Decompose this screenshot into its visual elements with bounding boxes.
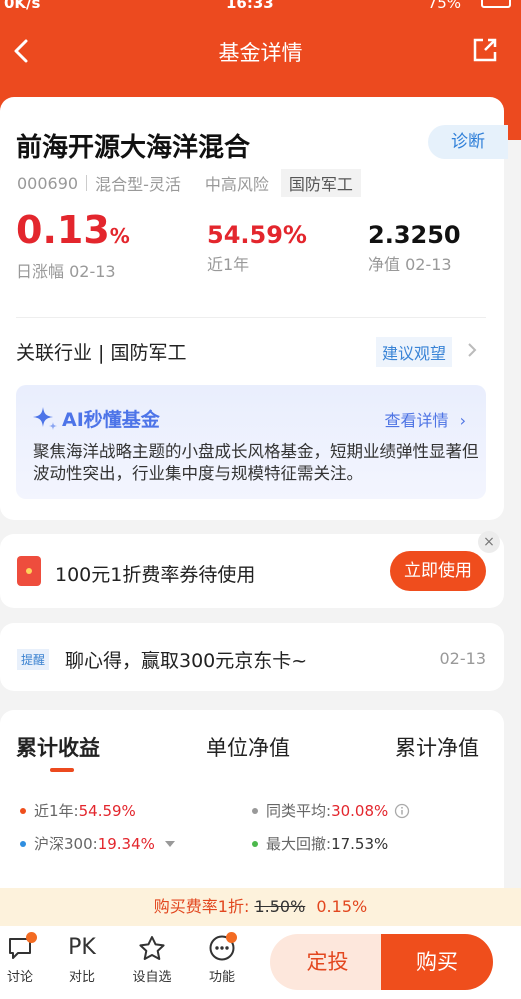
discuss-label: 讨论: [6, 970, 33, 985]
fund-meta: 000690 混合型-灵活 中高风险 国防军工: [17, 169, 361, 197]
chevron-right-icon: [468, 343, 477, 357]
functions-label: 功能: [208, 970, 235, 985]
year-return-value: 54.59%: [207, 221, 307, 249]
use-coupon-button[interactable]: 立即使用: [390, 551, 486, 591]
fund-info-card: 前海开源大海洋混合 诊断 000690 混合型-灵活 中高风险 国防军工 0.1…: [0, 97, 508, 520]
functions-button[interactable]: 功能: [192, 934, 252, 985]
legend-dot: [252, 807, 258, 814]
notice-tag: 提醒: [17, 649, 50, 670]
notice-text: 聊心得，赢取300元京东卡~: [65, 650, 308, 672]
legend-value: 19.34%: [97, 834, 155, 853]
close-icon[interactable]: ×: [478, 531, 500, 553]
fee-original: 1.50%: [254, 897, 306, 916]
advice-badge[interactable]: 建议观望: [376, 337, 453, 367]
related-industry[interactable]: 关联行业 | 国防军工: [16, 338, 186, 365]
ai-summary-panel[interactable]: AI秒懂基金 查看详情 › 聚焦海洋战略主题的小盘成长风格基金，短期业绩弹性显著…: [16, 385, 486, 499]
fund-name: 前海开源大海洋混合: [16, 133, 251, 163]
divider: [16, 317, 486, 318]
tab-unit-nav[interactable]: 单位净值: [206, 732, 290, 762]
nav-value: 2.3250: [368, 221, 461, 249]
legend-value: 17.53%: [331, 834, 389, 853]
discuss-button[interactable]: 讨论: [0, 934, 50, 985]
legend-item: 最大回撤: 17.53%: [252, 833, 388, 854]
legend-dot: [20, 840, 26, 847]
ai-summary-text: 聚焦海洋战略主题的小盘成长风格基金，短期业绩弹性显著但波动性突出，行业集中度与规…: [33, 442, 479, 483]
red-envelope-icon: [17, 556, 41, 586]
nav-label: 净值 02-13: [368, 255, 452, 274]
fund-code: 000690: [17, 173, 79, 193]
fee-banner: 购买费率1折: 1.50% 0.15%: [0, 888, 521, 926]
risk-level: 中高风险: [204, 175, 269, 194]
caret-down-icon: [164, 840, 175, 847]
fund-type: 混合型-灵活: [95, 175, 181, 194]
diagnose-button[interactable]: 诊断: [428, 125, 508, 159]
legend-label: 近1年:: [34, 802, 79, 820]
network-speed: 0K/s: [4, 0, 41, 12]
daily-change-label: 日涨幅 02-13: [16, 262, 116, 281]
status-bar: 0K/s 16:33 75%: [0, 0, 521, 18]
compare-button[interactable]: PK 对比: [52, 934, 112, 985]
coupon-card: 100元1折费率券待使用 立即使用: [0, 534, 504, 608]
add-watchlist-button[interactable]: 设自选: [122, 934, 182, 985]
legend-label: 同类平均:: [266, 802, 332, 820]
sector-tag: 国防军工: [280, 169, 361, 197]
share-icon[interactable]: [471, 36, 499, 64]
legend-item: 近1年: 54.59%: [20, 800, 136, 821]
nav-stat: 2.3250 净值 02-13: [368, 221, 461, 275]
pk-icon: PK: [68, 935, 96, 960]
tab-cumulative-nav[interactable]: 累计净值: [395, 732, 479, 762]
watchlist-label: 设自选: [132, 970, 172, 985]
buy-button[interactable]: 购买: [381, 934, 493, 990]
legend-label: 最大回撤:: [266, 835, 332, 853]
legend-item: 同类平均: 30.08%: [252, 800, 410, 821]
legend-value: 54.59%: [78, 801, 136, 820]
notice-date: 02-13: [439, 649, 487, 668]
battery-percent: 75%: [427, 0, 461, 12]
battery-icon: [481, 0, 511, 8]
daily-change-stat: 0.13% 日涨幅 02-13: [16, 210, 130, 282]
legend-label: 沪深300:: [34, 835, 98, 853]
clock: 16:33: [226, 0, 274, 12]
performance-card: 累计收益 单位净值 累计净值 近1年: 54.59% 同类平均: 30.08% …: [0, 710, 504, 910]
tab-cumulative-return[interactable]: 累计收益: [16, 732, 100, 762]
legend-item[interactable]: 沪深300: 19.34%: [20, 833, 177, 854]
view-details-link[interactable]: 查看详情 ›: [384, 407, 466, 431]
fee-prefix: 购买费率1折:: [153, 897, 250, 916]
star-icon: [139, 936, 165, 960]
legend-value: 30.08%: [331, 801, 389, 820]
view-details-label: 查看详情: [384, 411, 449, 430]
page-title: 基金详情: [218, 41, 303, 65]
chevron-right-icon: ›: [459, 411, 466, 430]
bottom-toolbar: 讨论 PK 对比 设自选 功能 定投 购买: [0, 926, 521, 999]
notification-dot: [26, 932, 37, 943]
fee-discounted: 0.15%: [316, 897, 368, 916]
daily-change-unit: %: [109, 224, 130, 248]
active-tab-indicator: [50, 768, 74, 772]
coupon-text: 100元1折费率券待使用: [55, 564, 256, 586]
fixed-invest-button[interactable]: 定投: [270, 934, 385, 990]
daily-change-value: 0.13: [16, 208, 110, 252]
notice-card[interactable]: 提醒 聊心得，赢取300元京东卡~ 02-13: [0, 623, 504, 691]
sparkle-icon: [33, 407, 57, 430]
legend-dot: [20, 807, 26, 814]
year-return-label: 近1年: [207, 255, 250, 274]
notification-dot: [226, 932, 237, 943]
year-return-stat: 54.59% 近1年: [207, 221, 307, 275]
divider: [86, 175, 88, 191]
legend-dot: [252, 840, 258, 847]
ai-title: AI秒懂基金: [62, 409, 160, 431]
info-icon[interactable]: [394, 803, 410, 819]
nav-bar: 基金详情: [0, 24, 521, 78]
compare-label: 对比: [68, 970, 95, 985]
